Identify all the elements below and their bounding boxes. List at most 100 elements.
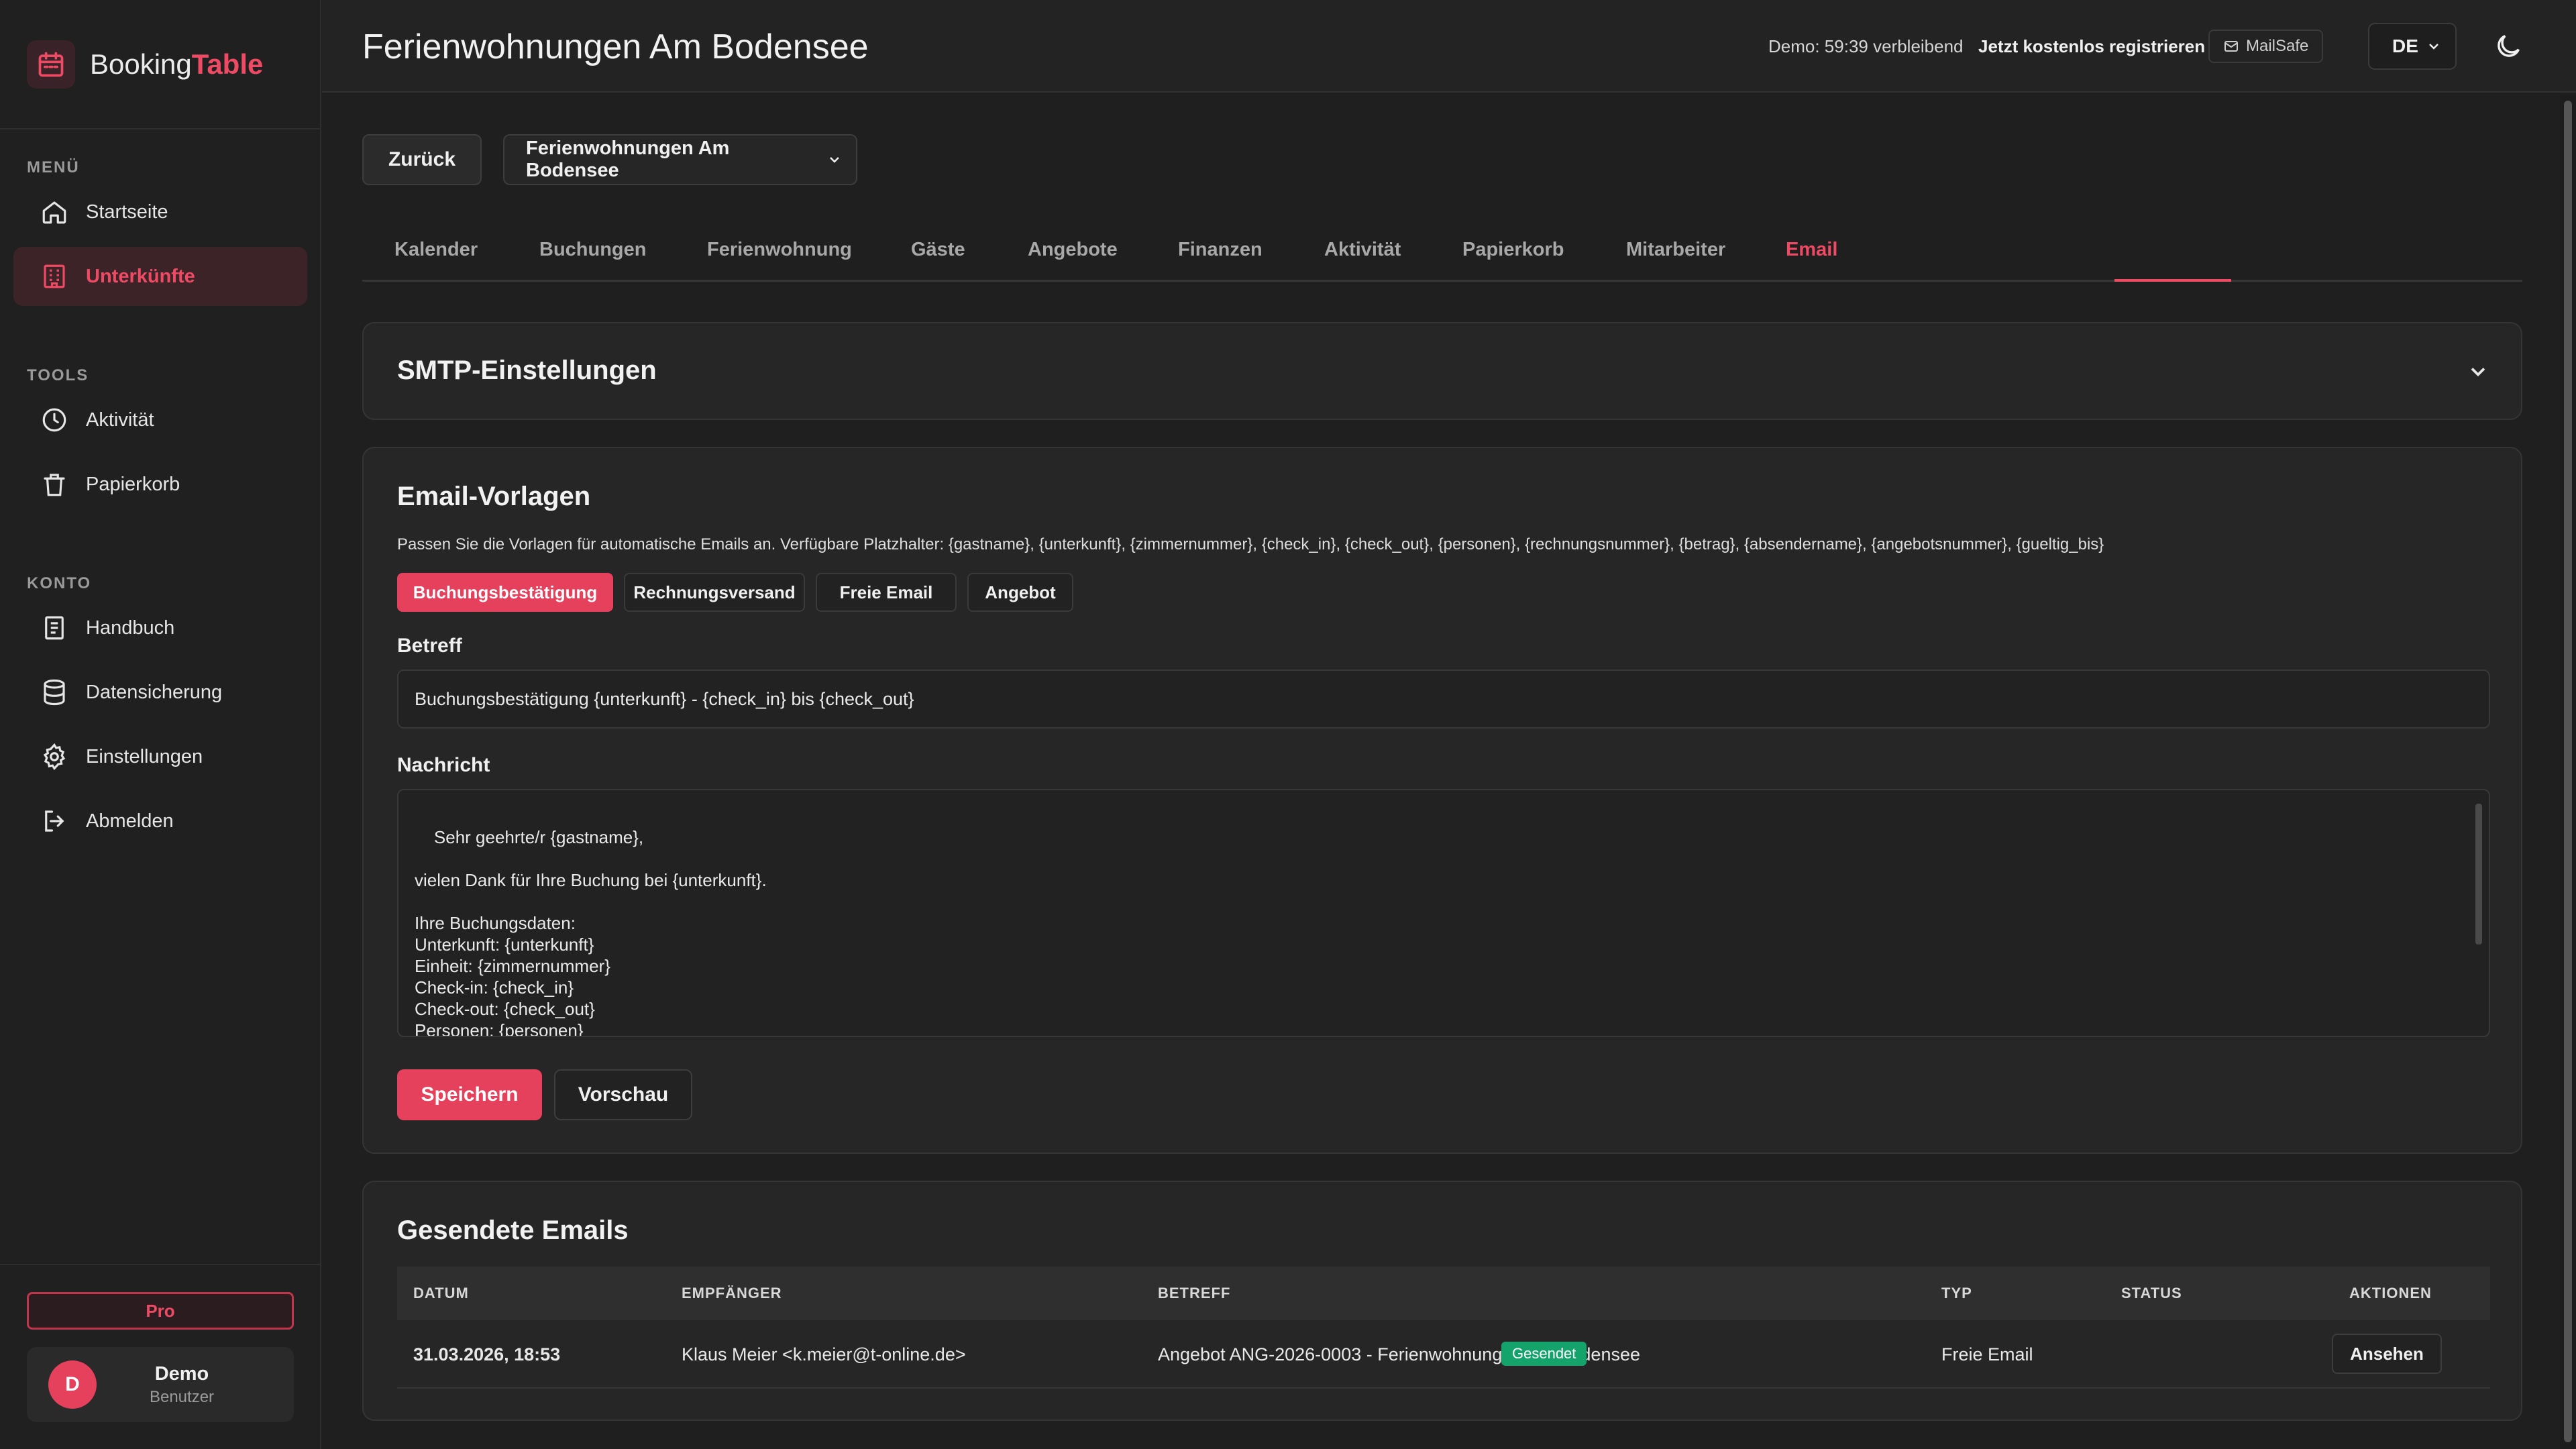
tab-angebote[interactable]: Angebote (1028, 239, 1118, 261)
property-select-value: Ferienwohnungen Am Bodensee (526, 138, 730, 181)
sidebar-item-label: Abmelden (86, 810, 174, 832)
sent-emails-table: DATUM EMPFÄNGER BETREFF TYP STATUS AKTIO… (397, 1267, 2490, 1389)
page-title: Ferienwohnungen Am Bodensee (362, 28, 869, 66)
chevron-down-icon (2429, 44, 2438, 50)
tab-buchungen[interactable]: Buchungen (539, 239, 647, 261)
sent-emails-title: Gesendete Emails (397, 1216, 629, 1245)
active-tab-indicator (2114, 279, 2231, 282)
cell-recipient: Klaus Meier <k.meier@t-online.de> (682, 1344, 966, 1364)
trash-icon (44, 474, 65, 496)
subject-input[interactable]: Buchungsbestätigung {unterkunft} - {chec… (397, 669, 2490, 729)
scrollbar-thumb[interactable] (2564, 101, 2572, 1442)
status-badge: Gesendet (1501, 1342, 1587, 1366)
property-select[interactable]: Ferienwohnungen Am Bodensee (503, 134, 857, 185)
sidebar: BookingTable MENÜ Startseite Unterkünfte… (0, 0, 321, 1449)
sidebar-item-startseite[interactable]: Startseite (13, 182, 307, 241)
sidebar-item-handbuch[interactable]: Handbuch (13, 598, 307, 657)
message-text: Sehr geehrte/r {gastname}, vielen Dank f… (415, 827, 767, 1037)
email-templates-card: Email-Vorlagen Passen Sie die Vorlagen f… (362, 447, 2522, 1154)
sent-emails-card: Gesendete Emails DATUM EMPFÄNGER BETREFF… (362, 1181, 2522, 1421)
chevron-down-icon[interactable] (2466, 360, 2490, 384)
user-card[interactable]: D Demo Benutzer (27, 1347, 294, 1422)
sidebar-item-label: Papierkorb (86, 473, 180, 495)
chevron-down-icon (830, 157, 839, 163)
template-tab-freie-email[interactable]: Freie Email (816, 573, 957, 612)
gear-icon (43, 743, 66, 771)
sidebar-item-label: Aktivität (86, 409, 154, 431)
sidebar-item-label: Startseite (86, 201, 168, 223)
template-tab-rechnungsversand[interactable]: Rechnungsversand (624, 573, 805, 612)
section-label-menu: MENÜ (27, 158, 80, 176)
app-name: BookingTable (90, 48, 264, 80)
language-select[interactable]: DE (2368, 23, 2457, 70)
calendar-logo-icon (27, 40, 75, 89)
sidebar-item-einstellungen[interactable]: Einstellungen (13, 727, 307, 786)
section-label-konto: KONTO (27, 574, 92, 592)
user-role: Benutzer (149, 1387, 215, 1406)
logout-icon (45, 810, 64, 832)
sidebar-item-unterkuenfte[interactable]: Unterkünfte (13, 247, 307, 306)
user-meta: Demo Benutzer (97, 1363, 294, 1407)
moon-icon[interactable] (2493, 31, 2524, 62)
back-button[interactable]: Zurück (362, 134, 482, 185)
demo-timer: Demo: 59:39 verbleibend (1768, 36, 1964, 56)
smtp-settings-card[interactable]: SMTP-Einstellungen (362, 322, 2522, 420)
sidebar-item-aktivitaet[interactable]: Aktivität (13, 390, 307, 449)
tab-email[interactable]: Email (1786, 239, 1837, 261)
tab-mitarbeiter[interactable]: Mitarbeiter (1626, 239, 1725, 261)
column-header-status: STATUS (2121, 1285, 2182, 1301)
tab-kalender[interactable]: Kalender (394, 239, 478, 261)
mail-icon (2224, 41, 2238, 52)
section-label-tools: TOOLS (27, 366, 89, 384)
tab-ferienwohnung[interactable]: Ferienwohnung (707, 239, 852, 261)
smtp-title: SMTP-Einstellungen (397, 356, 657, 385)
mailsafe-label: MailSafe (2246, 37, 2309, 55)
divider (0, 128, 320, 129)
mailsafe-button[interactable]: MailSafe (2208, 30, 2324, 63)
templates-description: Passen Sie die Vorlagen für automatische… (397, 535, 2104, 553)
template-tab-buchungsbestaetigung[interactable]: Buchungsbestätigung (397, 573, 613, 612)
book-icon (45, 616, 64, 640)
sidebar-item-abmelden[interactable]: Abmelden (13, 792, 307, 851)
templates-title: Email-Vorlagen (397, 482, 591, 511)
tab-papierkorb[interactable]: Papierkorb (1462, 239, 1564, 261)
message-label: Nachricht (397, 754, 490, 776)
language-value: DE (2392, 36, 2418, 56)
clock-icon (42, 408, 66, 432)
sidebar-item-papierkorb[interactable]: Papierkorb (13, 455, 307, 514)
table-row: 31.03.2026, 18:53 Klaus Meier <k.meier@t… (397, 1320, 2490, 1389)
tab-gaeste[interactable]: Gäste (911, 239, 965, 261)
register-link[interactable]: Jetzt kostenlos registrieren (1978, 36, 2205, 57)
save-button[interactable]: Speichern (397, 1069, 542, 1120)
sidebar-item-datensicherung[interactable]: Datensicherung (13, 663, 307, 722)
avatar: D (48, 1360, 97, 1409)
textarea-scrollbar[interactable] (2475, 804, 2482, 945)
pro-badge[interactable]: Pro (27, 1292, 294, 1330)
home-icon (42, 201, 66, 224)
tab-bar: Kalender Buchungen Ferienwohnung Gäste A… (362, 225, 2522, 282)
column-header-aktionen: AKTIONEN (2349, 1285, 2432, 1301)
cell-type: Freie Email (1941, 1344, 2033, 1364)
column-header-empfaenger: EMPFÄNGER (682, 1285, 782, 1301)
sidebar-item-label: Handbuch (86, 616, 175, 639)
user-name: Demo (154, 1362, 209, 1385)
table-header: DATUM EMPFÄNGER BETREFF TYP STATUS AKTIO… (397, 1267, 2490, 1320)
tab-finanzen[interactable]: Finanzen (1178, 239, 1263, 261)
column-header-betreff: BETREFF (1158, 1285, 1231, 1301)
preview-button[interactable]: Vorschau (554, 1069, 692, 1120)
top-bar: Ferienwohnungen Am Bodensee Demo: 59:39 … (322, 0, 2576, 93)
view-button[interactable]: Ansehen (2332, 1334, 2442, 1374)
sidebar-item-label: Unterkünfte (86, 265, 195, 287)
sidebar-item-label: Datensicherung (86, 681, 223, 703)
building-icon (44, 264, 65, 288)
column-header-datum: DATUM (413, 1285, 469, 1301)
subject-label: Betreff (397, 635, 462, 657)
column-header-typ: TYP (1941, 1285, 1972, 1301)
cell-date: 31.03.2026, 18:53 (413, 1344, 561, 1364)
database-icon (44, 679, 65, 706)
app-logo[interactable]: BookingTable (27, 40, 263, 89)
divider (0, 1264, 320, 1265)
message-textarea[interactable]: Sehr geehrte/r {gastname}, vielen Dank f… (397, 789, 2490, 1037)
template-tab-angebot[interactable]: Angebot (967, 573, 1073, 612)
tab-aktivitaet[interactable]: Aktivität (1324, 239, 1401, 261)
